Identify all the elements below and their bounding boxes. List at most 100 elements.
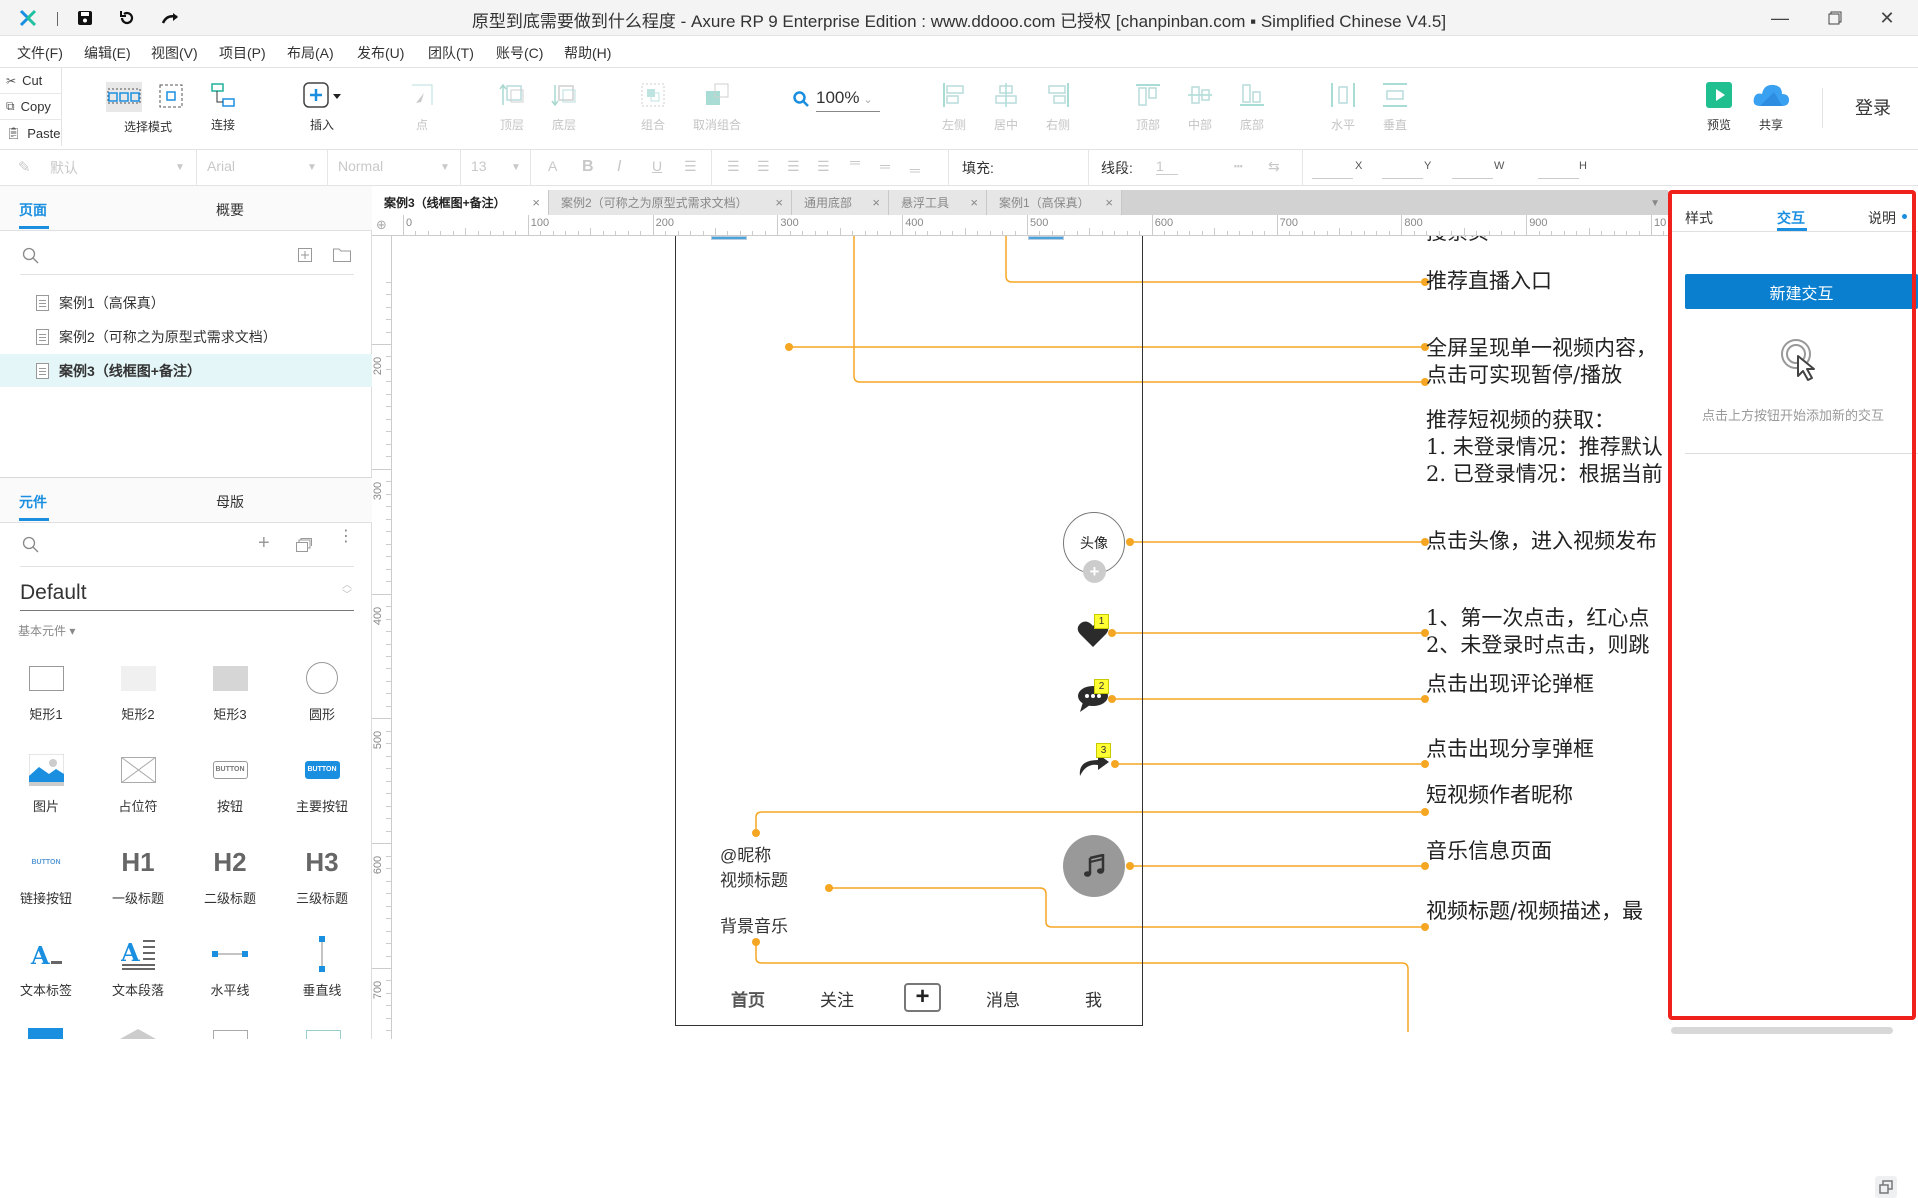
distribute-horizontal-tool[interactable]: 水平 [1313,76,1373,146]
tab-overflow-icon[interactable]: ▼ [1650,198,1660,209]
widget-rectangle2[interactable]: 矩形2 [92,656,184,736]
page-item[interactable]: 案例2（可称之为原型式需求文档） [0,320,372,353]
connect-tool[interactable]: 连接 [193,76,253,146]
widget-text-paragraph[interactable]: A 文本段落 [92,932,184,1012]
more-options-icon[interactable]: ⋮ [338,529,354,545]
new-interaction-button[interactable]: 新建交互 [1685,274,1918,309]
menu-help[interactable]: 帮助(H) [564,43,611,63]
font-size-select[interactable]: 13 [471,158,487,174]
tab-pages[interactable]: 页面 [19,200,47,220]
library-select[interactable]: Default ︿ ﹀ [20,575,354,611]
menu-project[interactable]: 项目(P) [219,43,266,63]
page-item[interactable]: 案例1（高保真） [0,286,372,319]
arrow-style-button[interactable]: ⇆ [1268,158,1280,175]
font-color-button[interactable]: A [548,158,557,174]
add-page-icon[interactable] [298,248,312,267]
close-tab-icon[interactable]: × [775,195,783,210]
distribute-vertical-tool[interactable]: 垂直 [1365,76,1425,146]
align-middle-tool[interactable]: 中部 [1170,76,1230,146]
cut-button[interactable]: ✂ Cut [0,68,62,94]
follow-plus-icon[interactable]: + [1083,560,1106,583]
widget-primary-button[interactable]: BUTTON 主要按钮 [276,748,368,828]
font-weight-select[interactable]: Normal [338,158,383,174]
widget-horizontal-line[interactable]: 水平线 [184,932,276,1012]
widget-heading2[interactable]: H2 二级标题 [184,840,276,920]
zoom-select[interactable]: 100% ⌄ [816,88,880,112]
widget-triangle-partial[interactable] [120,1029,156,1039]
nav-follow[interactable]: 关注 [820,986,854,1011]
widget-heading1[interactable]: H1 一级标题 [92,840,184,920]
insert-tool[interactable]: 插入 [292,76,352,146]
add-folder-icon[interactable] [333,248,351,267]
minimize-button[interactable]: — [1757,4,1803,32]
bold-button[interactable]: B [582,158,594,176]
design-canvas[interactable]: 头像 + 1 2 3 @昵称 视频标题 背景音乐 首页 关注 + 消息 我 搜索… [392,236,1668,1032]
widget-text-label[interactable]: A 文本标签 [0,932,92,1012]
doc-tab-case1[interactable]: 案例1（高保真） × [987,190,1122,215]
tab-notes[interactable]: 说明 [1868,208,1896,228]
ungroup-tool[interactable]: 取消组合 [683,76,751,146]
video-title[interactable]: 视频标题 [720,866,788,891]
bring-front-tool[interactable]: 顶层 [482,76,542,146]
widget-circle[interactable]: 圆形 [276,656,368,736]
search-icon[interactable] [22,247,40,270]
close-tab-icon[interactable]: × [532,195,540,210]
menu-layout[interactable]: 布局(A) [287,43,334,63]
maximize-button[interactable] [1812,4,1858,32]
doc-tab-footer[interactable]: 通用底部 × [792,190,889,215]
close-button[interactable]: ✕ [1864,4,1910,32]
close-tab-icon[interactable]: × [872,195,880,210]
doc-tab-case3[interactable]: 案例3（线框图+备注） × [372,190,549,215]
horizontal-scrollbar[interactable] [1671,1027,1893,1034]
music-disc[interactable] [1063,835,1125,897]
justify-text-button[interactable]: ☰ [817,158,830,175]
category-toggle[interactable]: 基本元件 ▾ [18,622,75,639]
align-left-text-button[interactable]: ☰ [727,158,740,175]
widget-listbox-partial[interactable] [306,1030,341,1039]
group-tool[interactable]: 组合 [623,76,683,146]
library-stack-icon[interactable] [296,538,312,557]
author-nickname[interactable]: @昵称 [720,841,771,866]
underline-button[interactable]: U [652,158,662,174]
nav-create-button[interactable]: + [904,983,941,1012]
select-intersect-button[interactable] [106,82,142,112]
copy-button[interactable]: ⧉ Copy [0,94,62,120]
align-center-text-button[interactable]: ☰ [757,158,770,175]
nav-messages[interactable]: 消息 [986,986,1020,1011]
align-right-text-button[interactable]: ☰ [787,158,800,175]
valign-bottom-button[interactable]: ═ [910,162,920,178]
menu-view[interactable]: 视图(V) [151,43,198,63]
select-contain-button[interactable] [158,82,184,112]
widget-rectangle1[interactable]: 矩形1 [0,656,92,736]
menu-account[interactable]: 账号(C) [496,43,543,63]
widget-button[interactable]: BUTTON 按钮 [184,748,276,828]
pop-out-icon[interactable] [1875,1176,1897,1198]
line-width-input[interactable]: 1 [1156,158,1178,175]
tab-widgets[interactable]: 元件 [19,492,47,512]
style-select[interactable]: 默认 [50,158,78,178]
paste-button[interactable]: 📋︎ Paste [0,120,62,146]
line-style-button[interactable]: ┅ [1234,158,1242,175]
crosshair-icon[interactable]: ⊕ [376,217,387,233]
h-input[interactable] [1538,178,1579,179]
widget-link-button[interactable]: BUTTON 链接按钮 [0,840,92,920]
widget-image[interactable]: 图片 [0,748,92,828]
x-input[interactable] [1312,178,1353,179]
menu-edit[interactable]: 编辑(E) [84,43,131,63]
widget-hotspot-partial[interactable] [28,1028,63,1039]
point-tool[interactable]: 点 [392,76,452,146]
tab-interactions[interactable]: 交互 [1777,208,1805,228]
align-top-tool[interactable]: 顶部 [1118,76,1178,146]
y-input[interactable] [1382,178,1423,179]
doc-tab-floating-tools[interactable]: 悬浮工具 × [889,190,987,215]
font-select[interactable]: Arial [207,158,235,174]
nav-me[interactable]: 我 [1085,986,1102,1011]
align-right-tool[interactable]: 右侧 [1028,76,1088,146]
tab-masters[interactable]: 母版 [216,492,244,512]
login-button[interactable]: 登录 [1855,94,1891,120]
w-input[interactable] [1452,178,1493,179]
preview-button[interactable]: 预览 [1689,76,1749,146]
nav-home[interactable]: 首页 [731,986,765,1011]
widget-rectangle3[interactable]: 矩形3 [184,656,276,736]
valign-top-button[interactable]: ═ [850,154,860,170]
